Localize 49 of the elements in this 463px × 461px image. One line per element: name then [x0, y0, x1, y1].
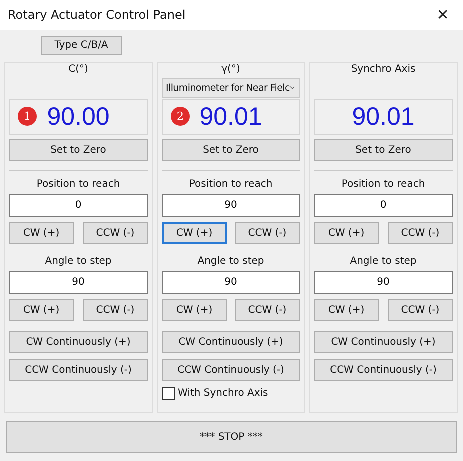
set-zero-button[interactable]: Set to Zero	[162, 139, 300, 161]
position-label: Position to reach	[36, 179, 120, 192]
position-label: Position to reach	[342, 179, 426, 192]
number-badge: 2	[171, 107, 190, 126]
sensor-dropdown[interactable]: Illuminometer for Near Fielc	[162, 78, 300, 98]
set-zero-button[interactable]: Set to Zero	[9, 139, 148, 161]
ccw-button[interactable]: CCW (-)	[388, 299, 453, 321]
ccw-continuous-button[interactable]: CCW Continuously (-)	[314, 359, 453, 381]
ccw-continuous-button[interactable]: CCW Continuously (-)	[9, 359, 148, 381]
cw-continuous-button[interactable]: CW Continuously (+)	[9, 331, 148, 353]
cw-button[interactable]: CW (+)	[9, 222, 74, 244]
checkbox[interactable]	[162, 387, 175, 400]
axis-header: C(°)	[68, 64, 88, 77]
cw-button[interactable]: CW (+)	[162, 222, 227, 244]
chevron-icon	[290, 85, 295, 91]
axis-header: γ(°)	[222, 64, 240, 77]
cw-button[interactable]: CW (+)	[314, 299, 379, 321]
step-label: Angle to step	[350, 256, 417, 269]
ccw-button[interactable]: CCW (-)	[83, 299, 148, 321]
position-field[interactable]: 90	[162, 194, 300, 217]
cw-continuous-button[interactable]: CW Continuously (+)	[314, 331, 453, 353]
window-title: Rotary Actuator Control Panel	[8, 8, 186, 22]
step-label: Angle to step	[45, 256, 112, 269]
ccw-button[interactable]: CCW (-)	[235, 222, 300, 244]
axis-header: Synchro Axis	[351, 64, 416, 77]
angle-display: 2 90.01	[162, 99, 300, 135]
cw-continuous-button[interactable]: CW Continuously (+)	[162, 331, 300, 353]
angle-display: 1 90.00	[9, 99, 148, 135]
position-label: Position to reach	[189, 179, 273, 192]
close-button[interactable]: ✕	[423, 0, 463, 30]
ccw-button[interactable]: CCW (-)	[83, 222, 148, 244]
cw-button[interactable]: CW (+)	[314, 222, 379, 244]
position-field[interactable]: 0	[9, 194, 148, 217]
checkbox-label: With Synchro Axis	[178, 388, 268, 399]
stop-button[interactable]: *** STOP ***	[6, 421, 457, 453]
type-button[interactable]: Type C/B/A	[41, 36, 122, 55]
ccw-continuous-button[interactable]: CCW Continuously (-)	[162, 359, 300, 381]
ccw-button[interactable]: CCW (-)	[235, 299, 300, 321]
step-field[interactable]: 90	[162, 271, 300, 294]
number-badge: 1	[18, 107, 37, 126]
set-zero-button[interactable]: Set to Zero	[314, 139, 453, 161]
step-field[interactable]: 90	[9, 271, 148, 294]
ccw-button[interactable]: CCW (-)	[388, 222, 453, 244]
angle-display: 90.01	[314, 99, 453, 135]
cw-button[interactable]: CW (+)	[9, 299, 74, 321]
step-label: Angle to step	[198, 256, 264, 269]
cw-button[interactable]: CW (+)	[162, 299, 227, 321]
step-field[interactable]: 90	[314, 271, 453, 294]
position-field[interactable]: 0	[314, 194, 453, 217]
